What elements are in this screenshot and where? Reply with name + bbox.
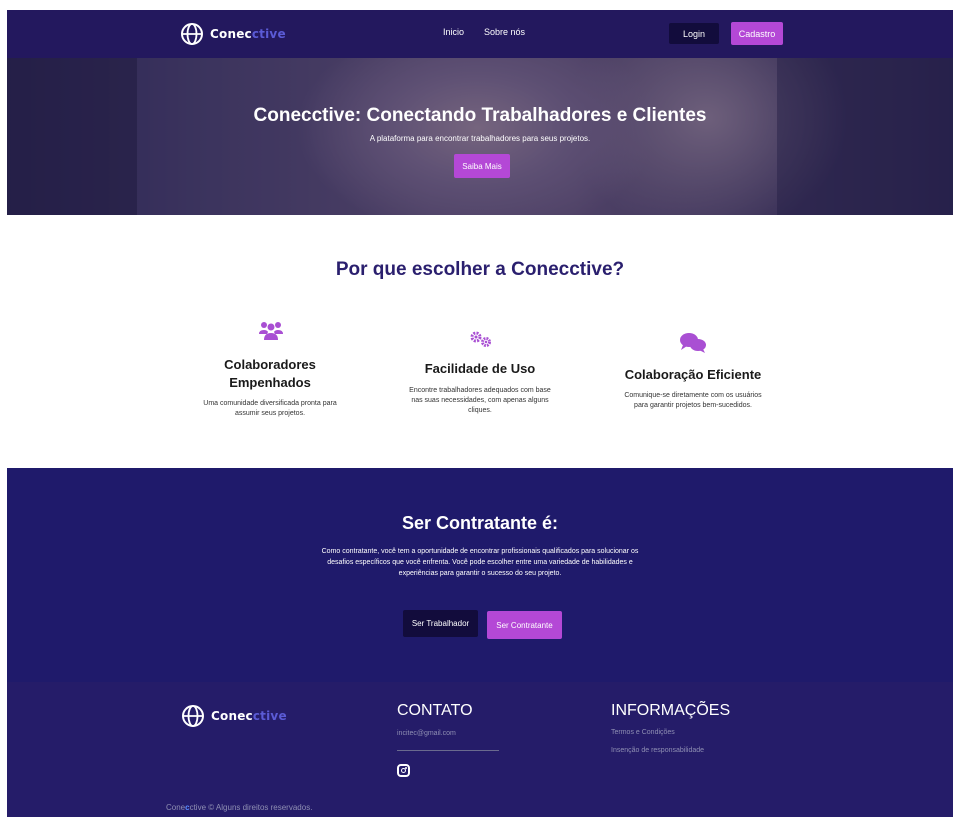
footer: Conecctive CONTATO incitec@gmail.com INF…	[7, 682, 953, 817]
feature-title: Colaboração Eficiente	[624, 367, 762, 382]
navbar: Conecctive Inicio Sobre nós Login Cadast…	[7, 10, 953, 58]
brand-name: Conecctive	[210, 27, 286, 41]
contact-heading: CONTATO	[397, 702, 473, 719]
contratante-title: Ser Contratante é:	[401, 513, 559, 533]
users-icon	[259, 322, 283, 340]
hero-banner: Conecctive: Conectando Trabalhadores e C…	[7, 58, 953, 215]
login-button[interactable]: Login	[669, 23, 719, 44]
brand-logo[interactable]: Conecctive	[180, 22, 286, 46]
why-title: Por que escolher a Conecctive?	[335, 259, 625, 280]
instagram-icon[interactable]	[397, 764, 410, 777]
hero-subtitle: A plataforma para encontrar trabalhadore…	[369, 134, 591, 143]
globe-icon	[181, 23, 203, 45]
feature-collaborators: Colaboradores Empenhados Uma comunidade d…	[175, 356, 365, 419]
globe-icon	[182, 705, 204, 727]
copyright-text: Conecctive © Alguns direitos reservados.	[166, 803, 313, 812]
feature-description: Comunique-se diretamente com os usuários…	[624, 392, 762, 409]
feature-collaboration: Colaboração Eficiente Comunique-se diret…	[598, 366, 788, 411]
feature-title: Colaboradores Empenhados	[224, 357, 316, 390]
nav-link-inicio[interactable]: Inicio	[443, 27, 464, 37]
page: Conecctive Inicio Sobre nós Login Cadast…	[7, 10, 953, 817]
feature-ease-of-use: Facilidade de Uso Encontre trabalhadores…	[385, 360, 575, 416]
feature-description: Encontre trabalhadores adequados com bas…	[409, 387, 551, 414]
hirer-button[interactable]: Ser Contratante	[487, 611, 562, 639]
footer-brand-logo[interactable]: Conecctive	[181, 704, 287, 728]
hero-title: Conecctive: Conectando Trabalhadores e C…	[253, 105, 707, 126]
terms-link[interactable]: Termos e Condições	[611, 729, 675, 736]
contratante-section: Ser Contratante é: Como contratante, voc…	[7, 468, 953, 682]
signup-button[interactable]: Cadastro	[731, 22, 783, 45]
disclaimer-link[interactable]: Insenção de responsabilidade	[611, 747, 704, 754]
feature-description: Uma comunidade diversificada pronta para…	[203, 400, 337, 417]
gears-icon	[470, 331, 491, 347]
learn-more-button[interactable]: Saiba Mais	[454, 154, 510, 178]
chat-icon	[680, 333, 706, 353]
brand-name: Conecctive	[211, 709, 287, 723]
contratante-description: Como contratante, você tem a oportunidad…	[321, 548, 639, 577]
contact-email[interactable]: incitec@gmail.com	[397, 730, 456, 737]
contact-divider	[397, 750, 499, 751]
feature-title: Facilidade de Uso	[424, 361, 536, 376]
nav-link-sobre[interactable]: Sobre nós	[484, 27, 525, 37]
worker-button[interactable]: Ser Trabalhador	[403, 610, 478, 637]
info-heading: INFORMAÇÕES	[611, 702, 731, 719]
